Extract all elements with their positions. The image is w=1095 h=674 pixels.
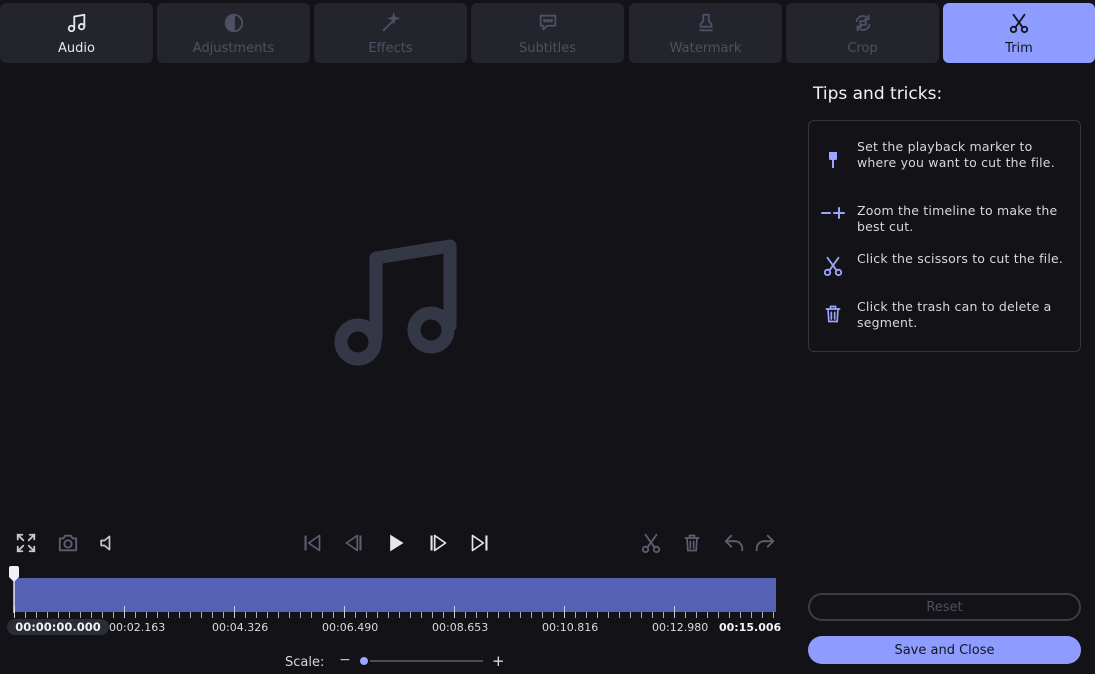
tab-label: Effects (368, 41, 413, 56)
scale-label: Scale: (285, 655, 325, 670)
trash-icon (684, 534, 700, 552)
tab-label: Crop (847, 41, 878, 56)
contrast-icon (223, 10, 245, 36)
reset-button[interactable]: Reset (808, 593, 1081, 621)
redo-icon (755, 534, 775, 552)
tab-subtitles[interactable]: Subtitles (471, 3, 624, 63)
tips-title: Tips and tricks: (813, 84, 943, 104)
cut-button[interactable] (639, 531, 663, 555)
preview-music-note-icon (330, 230, 460, 374)
previous-frame-button[interactable] (342, 531, 366, 555)
timeline-label: 00:02.163 (109, 621, 166, 634)
tab-audio[interactable]: Audio (0, 3, 153, 63)
play-icon (390, 534, 404, 552)
fullscreen-icon (16, 533, 36, 553)
scissors-icon (1008, 10, 1030, 36)
tip-text: Click the scissors to cut the file. (857, 251, 1064, 266)
next-frame-icon (430, 534, 447, 552)
fullscreen-button[interactable] (14, 531, 38, 555)
tip-item: Click the scissors to cut the file. (809, 251, 1080, 278)
timeline-label: 00:08.653 (432, 621, 489, 634)
rotate-icon (852, 10, 874, 36)
tab-label: Watermark (669, 41, 742, 56)
tip-text: Click the trash can to delete a segment. (857, 299, 1052, 330)
snapshot-button[interactable] (55, 531, 81, 555)
scale-slider-track[interactable] (360, 660, 483, 662)
music-note-icon (66, 10, 88, 36)
end-time: 00:15.006 (719, 621, 782, 634)
zoom-out-button[interactable]: − (339, 652, 351, 668)
volume-icon (100, 535, 111, 551)
skip-to-start-icon (304, 534, 321, 552)
skip-to-end-icon (471, 534, 488, 552)
timeline-label: 00:06.490 (322, 621, 379, 634)
trash-icon (809, 299, 857, 331)
tip-text: Zoom the timeline to make the best cut. (857, 203, 1058, 234)
playback-marker-icon (809, 139, 857, 171)
tab-crop[interactable]: Crop (786, 3, 939, 63)
tab-effects[interactable]: Effects (314, 3, 467, 63)
timeline-label: 00:10.816 (542, 621, 599, 634)
volume-button[interactable] (95, 531, 119, 555)
snapshot-icon (58, 534, 78, 552)
tip-text: Set the playback marker to where you wan… (857, 139, 1055, 170)
skip-to-end-button[interactable] (468, 531, 492, 555)
tab-adjustments[interactable]: Adjustments (157, 3, 310, 63)
undo-icon (724, 534, 744, 552)
speech-bubble-icon (536, 10, 560, 36)
scale-slider-handle[interactable] (358, 655, 370, 667)
tab-watermark[interactable]: Watermark (629, 3, 782, 63)
redo-button[interactable] (752, 531, 778, 555)
skip-to-start-button[interactable] (300, 531, 324, 555)
next-frame-button[interactable] (426, 531, 450, 555)
tip-item: Click the trash can to delete a segment. (809, 299, 1080, 331)
timeline-ticks (14, 606, 774, 618)
scissors-icon (641, 533, 661, 554)
current-time: 00:00:00.000 (7, 619, 109, 635)
tab-label: Subtitles (519, 41, 576, 56)
undo-button[interactable] (721, 531, 747, 555)
delete-segment-button[interactable] (680, 531, 704, 555)
tab-label: Adjustments (192, 41, 275, 56)
timeline-label: 00:04.326 (212, 621, 269, 634)
save-and-close-button[interactable]: Save and Close (808, 636, 1081, 664)
tab-bar: Audio Adjustments Effects Subtitles Wate… (0, 3, 1095, 63)
stamp-icon (695, 10, 717, 36)
play-button[interactable] (384, 531, 408, 555)
tip-item: Set the playback marker to where you wan… (809, 139, 1080, 171)
tip-item: Zoom the timeline to make the best cut. (809, 203, 1080, 235)
playhead-marker[interactable] (8, 565, 20, 617)
scissors-icon (809, 251, 857, 278)
zoom-in-button[interactable]: + (492, 652, 505, 670)
tab-label: Audio (58, 41, 95, 56)
previous-frame-icon (345, 534, 362, 552)
tab-trim[interactable]: Trim (943, 3, 1095, 63)
tips-panel: Set the playback marker to where you wan… (808, 120, 1081, 352)
zoom-timeline-icon (809, 203, 857, 235)
magic-wand-icon (380, 10, 402, 36)
tab-label: Trim (1005, 41, 1033, 56)
timeline-label: 00:12.980 (652, 621, 709, 634)
